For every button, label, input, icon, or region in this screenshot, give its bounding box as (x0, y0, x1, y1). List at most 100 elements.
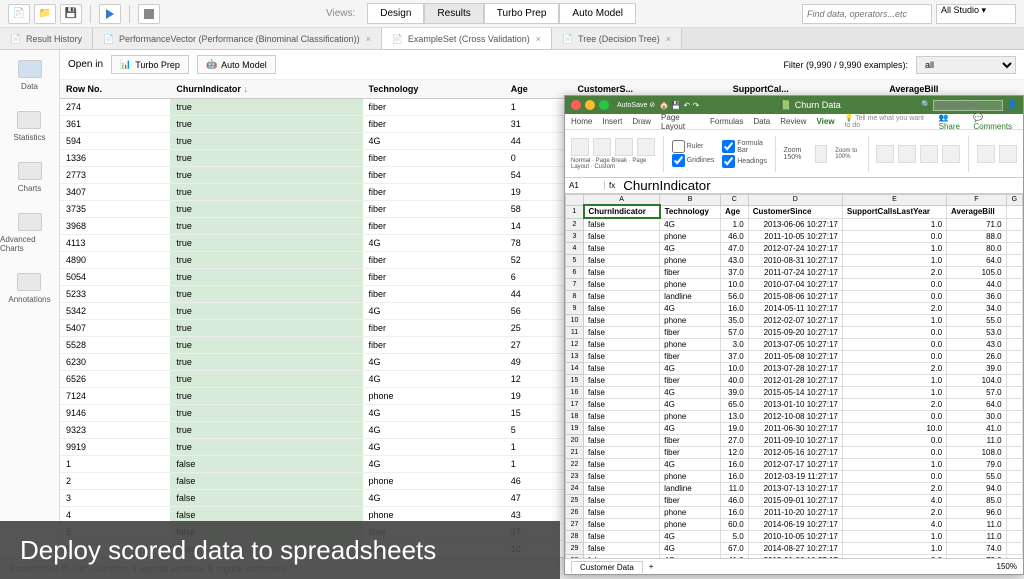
excel-cell[interactable] (1006, 363, 1022, 375)
excel-cell[interactable]: 80.0 (947, 243, 1007, 255)
headings-checkbox[interactable]: Headings (722, 155, 767, 168)
excel-cell[interactable]: 43.0 (720, 255, 748, 267)
excel-cell[interactable] (1006, 243, 1022, 255)
excel-cell[interactable] (1006, 231, 1022, 243)
excel-cell[interactable]: false (584, 543, 660, 555)
sheet-tab-customer-data[interactable]: Customer Data (571, 561, 643, 573)
excel-cell[interactable]: fiber (660, 351, 721, 363)
excel-cell[interactable]: 27.0 (720, 435, 748, 447)
view-button-results[interactable]: Results (424, 3, 483, 24)
excel-menu-home[interactable]: Home (571, 117, 592, 126)
excel-row-header[interactable]: 7 (566, 279, 584, 291)
excel-cell[interactable]: 41.0 (947, 423, 1007, 435)
tab-close-button[interactable]: × (366, 34, 371, 44)
zoom-to-100-button[interactable]: Zoom to 100% (835, 148, 860, 160)
excel-col-header[interactable]: D (748, 195, 842, 206)
result-tab[interactable]: 📄Result History (0, 28, 93, 49)
excel-cell[interactable]: fiber (660, 375, 721, 387)
excel-cell[interactable]: false (584, 471, 660, 483)
excel-cell[interactable]: false (584, 303, 660, 315)
excel-cell[interactable]: 2012-07-24 10:27:17 (748, 243, 842, 255)
excel-cell[interactable]: phone (660, 279, 721, 291)
excel-cell[interactable] (1006, 399, 1022, 411)
gridlines-checkbox[interactable]: Gridlines (672, 154, 715, 167)
excel-cell[interactable]: 2010-07-04 10:27:17 (748, 279, 842, 291)
excel-cell[interactable]: 2011-05-08 10:27:17 (748, 351, 842, 363)
excel-cell[interactable] (1006, 507, 1022, 519)
excel-cell[interactable]: 3.0 (720, 339, 748, 351)
excel-cell[interactable]: phone (660, 507, 721, 519)
excel-cell[interactable]: CustomerSince (748, 205, 842, 218)
excel-cell[interactable]: 2011-06-30 10:27:17 (748, 423, 842, 435)
excel-row-header[interactable]: 21 (566, 447, 584, 459)
search-input[interactable] (802, 4, 932, 24)
excel-cell[interactable]: false (584, 279, 660, 291)
excel-cell[interactable]: 12.0 (720, 447, 748, 459)
excel-cell[interactable]: 57.0 (947, 387, 1007, 399)
excel-cell[interactable]: false (584, 339, 660, 351)
excel-cell[interactable] (1006, 375, 1022, 387)
excel-cell[interactable]: 1.0 (842, 543, 946, 555)
excel-row-header[interactable]: 9 (566, 303, 584, 315)
column-header[interactable]: Technology (363, 80, 505, 99)
excel-cell[interactable]: 16.0 (720, 471, 748, 483)
excel-cell[interactable]: 26.0 (947, 351, 1007, 363)
excel-menu-data[interactable]: Data (753, 117, 770, 126)
excel-cell[interactable]: 2010-08-31 10:27:17 (748, 255, 842, 267)
excel-cell[interactable]: 2.0 (842, 399, 946, 411)
excel-cell[interactable] (1006, 279, 1022, 291)
excel-col-header[interactable]: G (1006, 195, 1022, 206)
excel-cell[interactable]: 57.0 (720, 327, 748, 339)
excel-row-header[interactable]: 29 (566, 543, 584, 555)
studio-dropdown[interactable]: All Studio ▾ (936, 4, 1016, 24)
excel-cell[interactable]: false (584, 399, 660, 411)
excel-cell[interactable]: 2.0 (842, 507, 946, 519)
ruler-checkbox[interactable]: Ruler (672, 140, 715, 153)
save-button[interactable]: 💾 (60, 4, 82, 24)
excel-cell[interactable] (1006, 218, 1022, 231)
excel-cell[interactable]: 53.0 (947, 327, 1007, 339)
share-button[interactable]: 👥 Share (939, 113, 968, 131)
excel-cell[interactable]: 4.0 (842, 519, 946, 531)
excel-cell[interactable]: false (584, 459, 660, 471)
excel-cell[interactable]: 4G (660, 243, 721, 255)
excel-cell[interactable]: 16.0 (720, 303, 748, 315)
excel-cell[interactable]: 2015-09-20 10:27:17 (748, 327, 842, 339)
excel-cell[interactable]: 2011-10-20 10:27:17 (748, 507, 842, 519)
excel-cell[interactable]: 79.0 (947, 459, 1007, 471)
excel-cell[interactable]: 96.0 (947, 507, 1007, 519)
excel-cell[interactable]: 74.0 (947, 543, 1007, 555)
excel-cell[interactable]: false (584, 267, 660, 279)
excel-cell[interactable]: 2015-08-06 10:27:17 (748, 291, 842, 303)
excel-row-header[interactable]: 22 (566, 459, 584, 471)
sidebar-item-annotations[interactable]: Annotations (8, 273, 50, 304)
excel-row-header[interactable]: 16 (566, 387, 584, 399)
excel-cell[interactable]: 1.0 (842, 218, 946, 231)
search-icon[interactable]: 🔍 (921, 100, 931, 111)
excel-row-header[interactable]: 13 (566, 351, 584, 363)
excel-cell[interactable]: 0.0 (842, 231, 946, 243)
excel-cell[interactable] (1006, 531, 1022, 543)
excel-cell[interactable]: landline (660, 483, 721, 495)
excel-cell[interactable]: 4G (660, 218, 721, 231)
result-tab[interactable]: 📄PerformanceVector (Performance (Binomin… (93, 28, 382, 49)
excel-cell[interactable]: 34.0 (947, 303, 1007, 315)
excel-cell[interactable]: 0.0 (842, 291, 946, 303)
page-layout-button[interactable] (615, 138, 633, 156)
excel-cell[interactable] (1006, 447, 1022, 459)
zoom-100-button[interactable] (815, 145, 827, 163)
tab-close-button[interactable]: × (536, 34, 541, 44)
excel-cell[interactable]: 2012-01-28 10:27:17 (748, 375, 842, 387)
excel-cell[interactable] (1006, 543, 1022, 555)
excel-cell[interactable]: 2012-10-08 10:27:17 (748, 411, 842, 423)
excel-cell[interactable]: 11.0 (947, 435, 1007, 447)
excel-cell[interactable]: 55.0 (947, 471, 1007, 483)
excel-cell[interactable]: 56.0 (720, 291, 748, 303)
auto-model-button[interactable]: 🤖Auto Model (197, 55, 276, 74)
excel-cell[interactable]: 0.0 (842, 411, 946, 423)
sidebar-item-statistics[interactable]: Statistics (13, 111, 45, 142)
excel-cell[interactable]: 64.0 (947, 255, 1007, 267)
excel-cell[interactable] (1006, 423, 1022, 435)
excel-cell[interactable]: false (584, 519, 660, 531)
excel-col-header[interactable]: E (842, 195, 946, 206)
